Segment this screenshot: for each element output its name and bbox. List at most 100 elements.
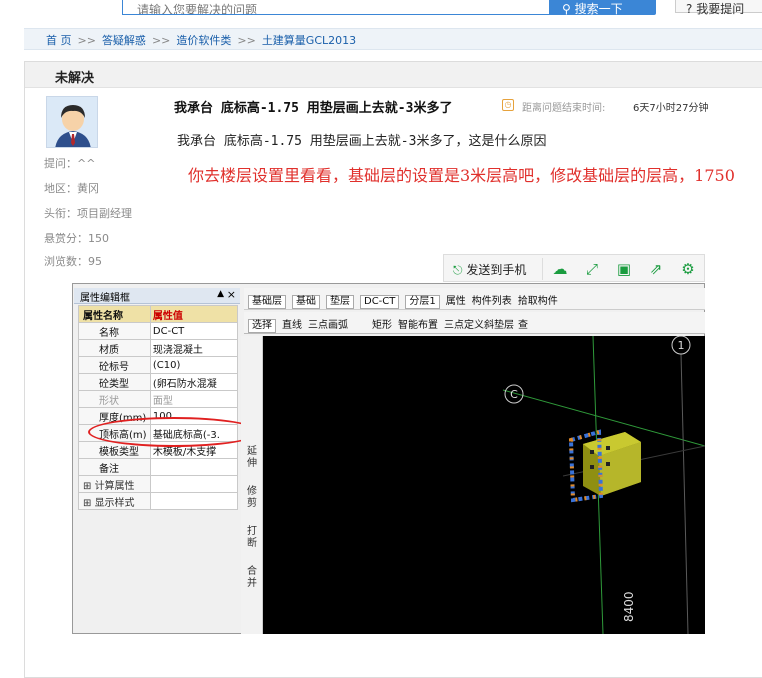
breadcrumb-gcl2013[interactable]: 土建算量GCL2013 [262, 34, 356, 47]
dimension-label: 8400 [622, 591, 636, 622]
prop-group-label: 显示样式 [94, 497, 135, 509]
region-row: 地区：黄冈 [44, 180, 99, 196]
break-tool: 打断 [247, 526, 257, 549]
timer-label: 距离问题结束时间: [522, 103, 606, 114]
prop-value [149, 492, 239, 510]
cad-drawing: C 1 8400 [502, 336, 705, 634]
element-dropdown: 垫层 [326, 295, 354, 309]
component-list-button: 构件列表 [471, 296, 512, 307]
prop-value: (C10) [149, 356, 239, 374]
rank-row: 头衔：项目副经理 [44, 205, 132, 221]
reward-label: 悬赏分： [44, 232, 88, 245]
trim-tool: 修剪 [247, 486, 257, 509]
highlight-ellipse [88, 417, 260, 447]
prop-group: ⊞ 显示样式 [78, 492, 151, 510]
property-panel-title-text: 属性编辑框 [80, 293, 130, 304]
breadcrumb-separator: >> [237, 34, 256, 47]
answer-text: 你去楼层设置里看看，基础层的设置是3米层高吧，修改基础层的层高，1750 [188, 166, 735, 185]
send-to-phone-button[interactable]: ⎋ 发送到手机 [449, 258, 543, 280]
search-icon: ⚲ [562, 2, 571, 16]
smart-layout-tool: 智能布置 [398, 320, 438, 331]
rank-label: 头衔： [44, 207, 77, 220]
views-row: 浏览数：95 [44, 253, 102, 269]
close-icon: × [226, 288, 236, 301]
prop-value: 现浇混凝土 [149, 339, 239, 357]
user-avatar-icon [47, 97, 97, 147]
prop-header-name: 属性名称 [78, 305, 151, 323]
property-table: 属性名称 属性值 名称 DC-CT 材质 现浇混凝土 砼标号 (C10) 砼类型 (卵石防… [78, 305, 239, 510]
software-ribbon-top: 基础层 基础 垫层 DC-CT 分层1 属性 构件列表 拾取构件 [244, 288, 705, 310]
cloud-icon[interactable]: ☁ [549, 258, 571, 280]
breadcrumb-separator: >> [151, 34, 171, 47]
question-icon: ? [686, 2, 693, 16]
ask-question-button[interactable]: ? 我要提问 [675, 0, 762, 16]
rect-tool: 矩形 [372, 320, 392, 331]
footing-3d-box [568, 429, 641, 503]
views-label: 浏览数： [44, 255, 88, 268]
question-body: 我承台 底标高-1.75 用垫层画上去就-3米多了，这是什么原因 [177, 134, 547, 149]
search-button-label: 搜索一下 [574, 2, 623, 16]
prop-group: ⊞ 计算属性 [78, 475, 151, 493]
extend-tool: 延伸 [247, 446, 257, 469]
prop-name: 名称 [78, 322, 151, 340]
breadcrumb: 首 页 >> 答疑解惑 >> 造价软件类 >> 土建算量GCL2013 [24, 28, 762, 50]
axis-1-label: 1 [678, 339, 685, 352]
asker-row: 提问：^^ [44, 155, 95, 171]
status-header: 未解决 [25, 62, 762, 88]
question-title: 我承台 底标高-1.75 用垫层画上去就-3米多了 [174, 101, 453, 116]
phone-send-icon: ⎋ [453, 263, 463, 277]
send-label: 发送到手机 [466, 263, 527, 277]
grid-axis-1 [680, 353, 689, 634]
type-dropdown: 基础 [292, 295, 320, 309]
prop-group-label: 计算属性 [94, 480, 135, 492]
prop-name: 砼标号 [78, 356, 151, 374]
timer-value: 6天7小时27分钟 [633, 103, 709, 114]
modify-toolbar: 延伸 修剪 打断 合并 [241, 336, 263, 634]
breadcrumb-software[interactable]: 造价软件类 [176, 34, 231, 47]
breadcrumb-faq[interactable]: 答疑解惑 [102, 34, 146, 47]
props-button: 属性 [445, 296, 466, 307]
breadcrumb-separator: >> [77, 34, 96, 47]
prop-value: 面型 [149, 390, 239, 408]
select-tool: 选择 [248, 319, 276, 333]
settings-icon[interactable]: ⚙ [677, 258, 699, 280]
clock-icon: ◷ [502, 99, 514, 111]
line-tool: 直线 [282, 320, 302, 331]
breadcrumb-home[interactable]: 首 页 [46, 34, 72, 47]
region-label: 地区： [44, 182, 77, 195]
grid-axis-c [502, 389, 705, 447]
prop-value [149, 458, 239, 476]
layer-dropdown: 基础层 [248, 295, 286, 309]
prop-name: 材质 [78, 339, 151, 357]
check-tool: 查 [518, 320, 528, 331]
save-icon[interactable]: ▣ [613, 258, 635, 280]
software-ribbon-draw: 选择 直线 三点画弧 矩形 智能布置 三点定义斜垫层查 [244, 312, 705, 334]
asker-name[interactable]: ^^ [77, 157, 95, 170]
code-dropdown: DC-CT [360, 295, 400, 309]
search-button[interactable]: ⚲ 搜索一下 [550, 0, 656, 16]
fullscreen-icon[interactable]: ⤢ [581, 258, 603, 280]
search-input[interactable]: 请输入您要解决的问题 [122, 0, 550, 15]
axis-c-label: C [510, 388, 518, 401]
prop-value: (卵石防水混凝 [149, 373, 239, 391]
prop-name: 形状 [78, 390, 151, 408]
merge-tool: 合并 [247, 566, 257, 589]
prop-name: 备注 [78, 458, 151, 476]
share-icon[interactable]: ⇗ [645, 258, 667, 280]
prop-value: DC-CT [149, 322, 239, 340]
avatar[interactable] [46, 96, 98, 148]
ask-button-label: 我要提问 [696, 2, 745, 16]
reward-row: 悬赏分：150 [44, 230, 109, 246]
views-value: 95 [88, 255, 102, 268]
prop-value [149, 475, 239, 493]
pin-icon: ▲ [217, 289, 224, 299]
prop-header-value: 属性值 [149, 305, 239, 323]
rank-value: 项目副经理 [77, 207, 132, 220]
property-panel-title: 属性编辑框 ▲ × [74, 288, 240, 304]
pick-component-button: 拾取构件 [517, 296, 558, 307]
floor-dropdown: 分层1 [405, 295, 440, 309]
prop-name: 砼类型 [78, 373, 151, 391]
arc-tool: 三点画弧 [308, 320, 348, 331]
slope-tool: 三点定义斜垫层 [444, 320, 514, 331]
asker-label: 提问： [44, 157, 77, 170]
